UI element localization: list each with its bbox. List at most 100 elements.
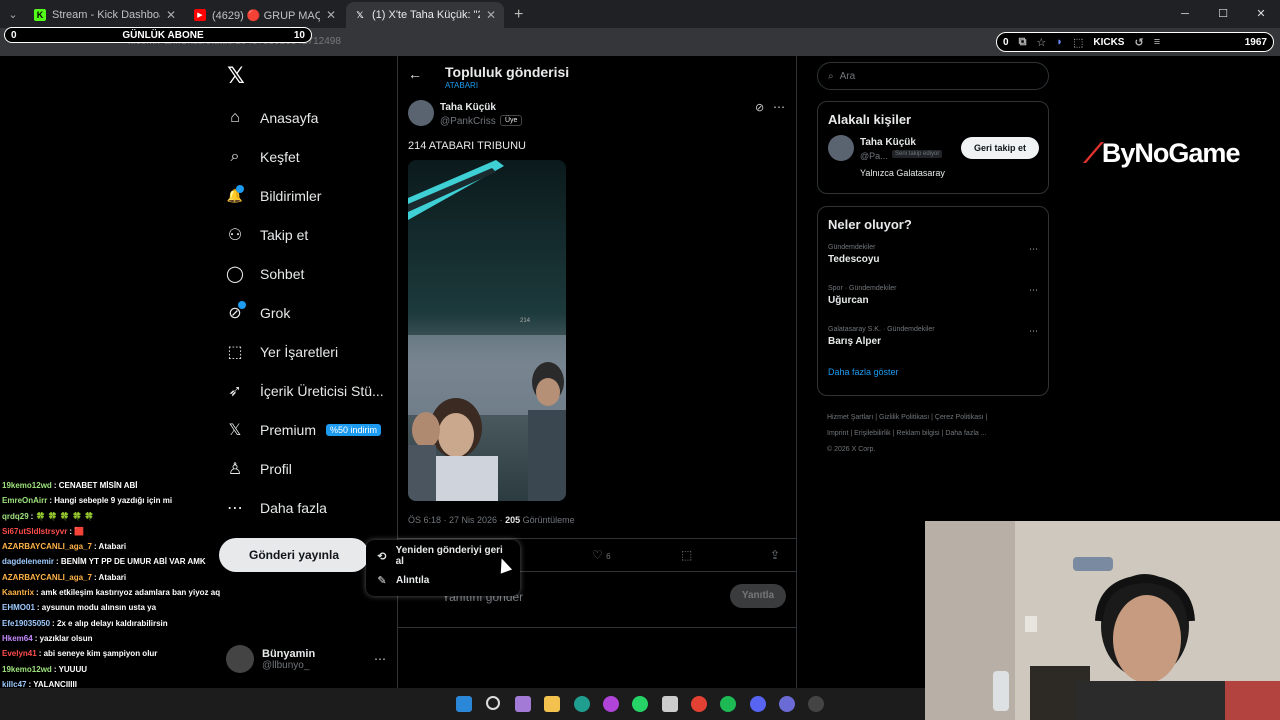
author-avatar[interactable] <box>408 100 434 126</box>
share-icon[interactable]: ⇪ <box>770 548 780 562</box>
more-icon[interactable]: ⋯ <box>374 652 386 666</box>
browser-tab-youtube[interactable]: ▶ (4629) 🔴 GRUP MAÇLARI 1.GÜ ✕ <box>186 2 344 28</box>
page-title: Topluluk gönderisi <box>445 64 570 80</box>
nav-label: Anasayfa <box>260 109 319 126</box>
nav-home[interactable]: ⌂ Anasayfa <box>224 98 394 137</box>
nav-label: Takip et <box>260 226 309 243</box>
discord-icon[interactable] <box>750 696 766 712</box>
chrome-icon[interactable] <box>691 696 707 712</box>
chat-text: Hangi sebeple 9 yazdığı için mi <box>54 496 173 506</box>
back-arrow-icon[interactable]: ← <box>408 66 422 82</box>
community-link[interactable]: ATABARI <box>445 81 478 90</box>
whatsapp-icon[interactable] <box>632 696 648 712</box>
footer-link[interactable]: Erişilebilirlik <box>854 430 891 437</box>
author-name[interactable]: Taha Küçük <box>440 102 496 113</box>
chat-user: qrdq29 <box>2 511 29 521</box>
footer-link[interactable]: Reklam bilgisi <box>896 430 939 437</box>
bynogame-logo: ⟋ByNoGame <box>1084 138 1240 170</box>
chat-message: AZARBAYCANLI_aga_7: Atabari <box>2 542 127 552</box>
x-sidebar-nav: ⌂ Anasayfa ⌕ Keşfet 🔔 Bildirimler ⚇ Takip et… <box>224 98 394 527</box>
footer-link[interactable]: Imprint <box>827 430 848 437</box>
nav-premium[interactable]: 𝕏 Premium %50 indirim <box>224 410 394 449</box>
nav-label: İçerik Üreticisi Stü... <box>260 382 384 399</box>
chat-text: CENABET MİSİN ABİ <box>58 481 138 490</box>
nav-creator-studio[interactable]: ➶ İçerik Üreticisi Stü... <box>224 371 394 410</box>
more-icon[interactable]: ⋯ <box>1029 326 1038 337</box>
close-tab-icon[interactable]: ✕ <box>486 8 496 22</box>
browser-tab-x[interactable]: 𝕏 (1) X'te Taha Küçük: "214 ATABAR ✕ <box>346 2 504 28</box>
nav-grok[interactable]: ⊘ Grok <box>224 293 394 332</box>
nav-explore[interactable]: ⌕ Keşfet <box>224 137 394 176</box>
chat-user: EHMO01 <box>2 603 35 613</box>
start-menu-icon[interactable] <box>456 696 472 712</box>
tab-search-icon[interactable]: ⌄ <box>0 0 26 28</box>
account-switcher[interactable]: Bünyamin @llbunyo_ ⋯ <box>226 645 386 673</box>
app-icon-2[interactable] <box>808 696 824 712</box>
view-label: Görüntüleme <box>520 515 575 525</box>
chat-icon: ◯ <box>226 265 244 283</box>
spotify-icon[interactable] <box>720 696 736 712</box>
new-tab-button[interactable]: + <box>506 2 531 28</box>
app-icon[interactable] <box>603 696 619 712</box>
follow-back-button[interactable]: Geri takip et <box>961 137 1039 159</box>
footer-link[interactable]: Hizmet Şartları <box>827 414 873 421</box>
close-tab-icon[interactable]: ✕ <box>326 8 336 22</box>
obs-icon[interactable] <box>779 696 795 712</box>
trend-topic: Tedescoyu <box>828 254 880 265</box>
footer-link[interactable]: Çerez Politikası <box>935 414 984 421</box>
footer-link[interactable]: Gizlilik Politikası <box>879 414 929 421</box>
bookmark-icon[interactable]: ⬚ <box>681 548 692 562</box>
more-icon[interactable]: ⋯ <box>1029 285 1038 296</box>
brand-prefix: By <box>1101 138 1136 168</box>
trend-item[interactable]: Galatasaray S.K. · Gündemdekiler Barış A… <box>818 322 1048 363</box>
show-more-link[interactable]: Daha fazla göster <box>828 367 1038 377</box>
post-button[interactable]: Gönderi yayınla <box>219 538 369 572</box>
widgets-icon[interactable] <box>515 696 531 712</box>
more-options-icon[interactable]: ⋯ <box>773 100 785 114</box>
x-logo-icon[interactable]: 𝕏 <box>224 64 248 88</box>
minimize-icon[interactable]: ─ <box>1166 0 1204 28</box>
chat-text: YUUUU <box>58 664 88 674</box>
extensions-icon: ⬚ <box>1072 36 1084 49</box>
home-icon: ⌂ <box>230 108 240 126</box>
follow-bar-overlay: 0 ⧉ ☆ ◗ ⬚ KICKS ↺ ≡ 1967 <box>996 32 1274 52</box>
quote-item[interactable]: ✎ Alıntıla <box>366 568 520 592</box>
account-name: Bünyamin <box>262 647 316 660</box>
youtube-favicon-icon: ▶ <box>194 9 206 21</box>
relevant-person[interactable]: Taha Küçük @Pa... Seni takip ediyor Yaln… <box>818 135 1048 183</box>
tweet-text: 214 ATABARI TRIBUNU <box>408 140 526 152</box>
close-tab-icon[interactable]: ✕ <box>166 8 176 22</box>
reply-button[interactable]: Yanıtla <box>730 584 786 608</box>
menu-label: Yeniden gönderiyi geri al <box>395 545 503 567</box>
chat-user: AZARBAYCANLI_aga_7 <box>2 542 92 552</box>
tweet-photo[interactable]: 214 <box>408 160 566 501</box>
more-icon[interactable]: ⋯ <box>1029 244 1038 255</box>
nav-more[interactable]: ⋯ Daha fazla <box>224 488 394 527</box>
author-handle[interactable]: @PankCriss <box>440 116 496 127</box>
footer-link[interactable]: Daha fazla ... <box>945 430 986 437</box>
chat-message: qrdq29: 🍀 🍀 🍀 🍀 🍀 <box>2 511 95 521</box>
nav-chat[interactable]: ◯ Sohbet <box>224 254 394 293</box>
sub-goal-target: 10 <box>293 29 305 41</box>
more-circle-icon: ⋯ <box>227 499 243 517</box>
search-icon[interactable] <box>486 696 500 710</box>
browser-tab-kick[interactable]: K Stream - Kick Dashboard ✕ <box>26 2 184 28</box>
nav-follow[interactable]: ⚇ Takip et <box>224 215 394 254</box>
grok-icon[interactable]: ⊘ <box>755 101 764 114</box>
close-window-icon[interactable]: ✕ <box>1242 0 1280 28</box>
trend-item[interactable]: Gündemdekiler Tedescoyu ⋯ <box>818 240 1048 281</box>
like-count: 6 <box>606 552 611 561</box>
search-input[interactable]: ⌕ Ara <box>817 62 1049 90</box>
file-explorer-icon[interactable] <box>544 696 560 712</box>
maximize-icon[interactable]: ☐ <box>1204 0 1242 28</box>
nav-profile[interactable]: ♙ Profil <box>224 449 394 488</box>
chat-message: AZARBAYCANLI_aga_7: Atabari <box>2 572 127 582</box>
edge-icon[interactable] <box>574 696 590 712</box>
nav-bookmarks[interactable]: ⬚ Yer İşaretleri <box>224 332 394 371</box>
calculator-icon[interactable] <box>662 696 678 712</box>
trend-item[interactable]: Spor · Gündemdekiler Uğurcan ⋯ <box>818 281 1048 322</box>
nav-notifications[interactable]: 🔔 Bildirimler <box>224 176 394 215</box>
tab-title: (1) X'te Taha Küçük: "214 ATABAR <box>372 9 480 21</box>
chat-text: yazıklar olsun <box>39 633 93 643</box>
like-button[interactable]: ♡ 6 <box>592 548 611 562</box>
